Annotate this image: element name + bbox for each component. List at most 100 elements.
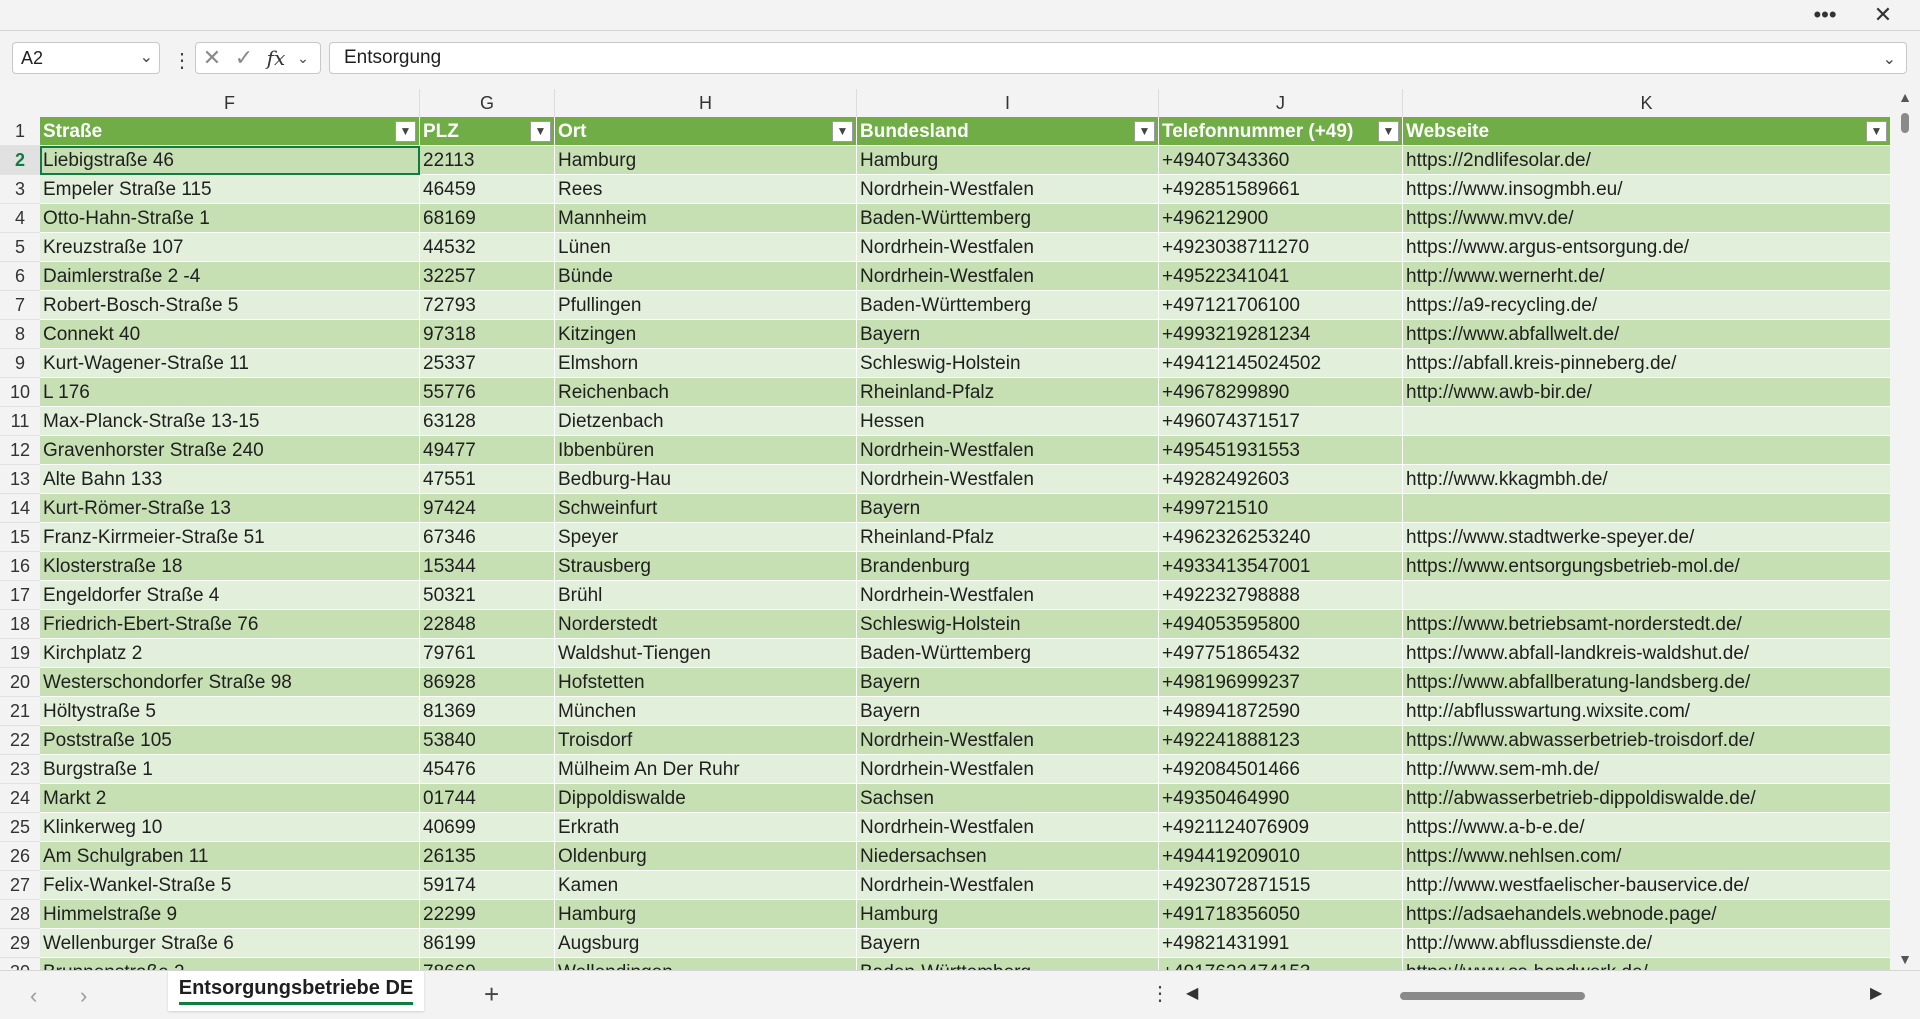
- table-cell[interactable]: http://www.kkagmbh.de/: [1403, 465, 1890, 494]
- table-cell[interactable]: +49412145024502: [1159, 349, 1403, 378]
- table-cell[interactable]: https://www.abfall-landkreis-waldshut.de…: [1403, 639, 1890, 668]
- table-cell[interactable]: Liebigstraße 46: [40, 146, 420, 175]
- table-cell[interactable]: Wellenburger Straße 6: [40, 929, 420, 958]
- table-cell[interactable]: 81369: [420, 697, 555, 726]
- table-cell[interactable]: +497751865432: [1159, 639, 1403, 668]
- row-header[interactable]: 3: [0, 175, 40, 204]
- table-cell[interactable]: https://abfall.kreis-pinneberg.de/: [1403, 349, 1890, 378]
- more-options-icon[interactable]: •••: [1803, 0, 1847, 30]
- table-cell[interactable]: +4921124076909: [1159, 813, 1403, 842]
- row-header[interactable]: 17: [0, 581, 40, 610]
- table-cell[interactable]: Otto-Hahn-Straße 1: [40, 204, 420, 233]
- row-header[interactable]: 18: [0, 610, 40, 639]
- select-all-corner[interactable]: [0, 89, 40, 117]
- table-cell[interactable]: Kreuzstraße 107: [40, 233, 420, 262]
- table-cell[interactable]: +496074371517: [1159, 407, 1403, 436]
- table-cell[interactable]: Rheinland-Pfalz: [857, 523, 1159, 552]
- table-cell[interactable]: Hamburg: [555, 146, 857, 175]
- table-cell[interactable]: Nordrhein-Westfalen: [857, 436, 1159, 465]
- row-header[interactable]: 1: [0, 117, 40, 146]
- enter-check-icon[interactable]: ✓: [228, 45, 260, 71]
- chevron-down-icon[interactable]: ⌄: [292, 50, 314, 67]
- table-cell[interactable]: Erkrath: [555, 813, 857, 842]
- table-cell[interactable]: Speyer: [555, 523, 857, 552]
- row-header[interactable]: 10: [0, 378, 40, 407]
- table-cell[interactable]: Hamburg: [857, 146, 1159, 175]
- table-cell[interactable]: Pfullingen: [555, 291, 857, 320]
- table-cell[interactable]: http://abflusswartung.wixsite.com/: [1403, 697, 1890, 726]
- table-cell[interactable]: Nordrhein-Westfalen: [857, 755, 1159, 784]
- row-header[interactable]: 9: [0, 349, 40, 378]
- table-cell[interactable]: Bayern: [857, 929, 1159, 958]
- table-cell[interactable]: Hamburg: [555, 900, 857, 929]
- table-cell[interactable]: München: [555, 697, 857, 726]
- table-cell[interactable]: +49522341041: [1159, 262, 1403, 291]
- table-cell[interactable]: Sachsen: [857, 784, 1159, 813]
- table-cell[interactable]: +498941872590: [1159, 697, 1403, 726]
- table-cell[interactable]: 49477: [420, 436, 555, 465]
- table-cell[interactable]: Bedburg-Hau: [555, 465, 857, 494]
- table-cell[interactable]: 86199: [420, 929, 555, 958]
- scroll-up-icon[interactable]: ▲: [1890, 89, 1920, 105]
- table-cell[interactable]: 67346: [420, 523, 555, 552]
- table-cell[interactable]: Connekt 40: [40, 320, 420, 349]
- table-cell[interactable]: 68169: [420, 204, 555, 233]
- table-cell[interactable]: [1403, 581, 1890, 610]
- table-cell[interactable]: Hessen: [857, 407, 1159, 436]
- table-cell[interactable]: Baden-Württemberg: [857, 204, 1159, 233]
- row-header[interactable]: 13: [0, 465, 40, 494]
- table-cell[interactable]: Kitzingen: [555, 320, 857, 349]
- table-header-cell[interactable]: Ort ▼: [555, 117, 857, 146]
- table-cell[interactable]: 55776: [420, 378, 555, 407]
- table-cell[interactable]: 46459: [420, 175, 555, 204]
- table-cell[interactable]: Franz-Kirrmeier-Straße 51: [40, 523, 420, 552]
- table-cell[interactable]: https://www.nehlsen.com/: [1403, 842, 1890, 871]
- table-cell[interactable]: Elmshorn: [555, 349, 857, 378]
- table-cell[interactable]: 15344: [420, 552, 555, 581]
- table-cell[interactable]: +4917622474153: [1159, 958, 1403, 970]
- table-cell[interactable]: https://www.insogmbh.eu/: [1403, 175, 1890, 204]
- row-header[interactable]: 20: [0, 668, 40, 697]
- table-cell[interactable]: Brunnenstraße 2: [40, 958, 420, 970]
- table-cell[interactable]: +4923038711270: [1159, 233, 1403, 262]
- table-cell[interactable]: http://www.sem-mh.de/: [1403, 755, 1890, 784]
- scroll-left-icon[interactable]: ◀: [1186, 983, 1198, 1003]
- table-cell[interactable]: Klosterstraße 18: [40, 552, 420, 581]
- row-header[interactable]: 15: [0, 523, 40, 552]
- table-cell[interactable]: +492851589661: [1159, 175, 1403, 204]
- table-cell[interactable]: Ibbenbüren: [555, 436, 857, 465]
- row-header[interactable]: 23: [0, 755, 40, 784]
- column-header[interactable]: G: [420, 89, 555, 117]
- table-cell[interactable]: http://www.abflussdienste.de/: [1403, 929, 1890, 958]
- row-header[interactable]: 29: [0, 929, 40, 958]
- table-cell[interactable]: 97318: [420, 320, 555, 349]
- table-cell[interactable]: https://www.abfallberatung-landsberg.de/: [1403, 668, 1890, 697]
- row-header[interactable]: 30: [0, 958, 40, 970]
- table-cell[interactable]: +499721510: [1159, 494, 1403, 523]
- row-header[interactable]: 22: [0, 726, 40, 755]
- table-cell[interactable]: Brandenburg: [857, 552, 1159, 581]
- table-cell[interactable]: Rheinland-Pfalz: [857, 378, 1159, 407]
- filter-dropdown-icon[interactable]: ▼: [1378, 121, 1399, 142]
- table-cell[interactable]: 47551: [420, 465, 555, 494]
- horizontal-scroll-thumb[interactable]: [1400, 992, 1585, 1000]
- table-cell[interactable]: Dippoldiswalde: [555, 784, 857, 813]
- table-cell[interactable]: Max-Planck-Straße 13-15: [40, 407, 420, 436]
- table-cell[interactable]: Friedrich-Ebert-Straße 76: [40, 610, 420, 639]
- cancel-icon[interactable]: ✕: [196, 45, 228, 71]
- row-header[interactable]: 19: [0, 639, 40, 668]
- table-cell[interactable]: Nordrhein-Westfalen: [857, 262, 1159, 291]
- table-cell[interactable]: http://www.wernerht.de/: [1403, 262, 1890, 291]
- table-cell[interactable]: Mannheim: [555, 204, 857, 233]
- table-cell[interactable]: [1403, 436, 1890, 465]
- table-cell[interactable]: Troisdorf: [555, 726, 857, 755]
- filter-dropdown-icon[interactable]: ▼: [530, 121, 551, 142]
- table-cell[interactable]: https://www.ss-handwerk.de/: [1403, 958, 1890, 970]
- table-cell[interactable]: Dietzenbach: [555, 407, 857, 436]
- row-header[interactable]: 2: [0, 146, 40, 175]
- table-cell[interactable]: 45476: [420, 755, 555, 784]
- table-cell[interactable]: Nordrhein-Westfalen: [857, 871, 1159, 900]
- table-header-cell[interactable]: Telefonnummer (+49) ▼: [1159, 117, 1403, 146]
- table-cell[interactable]: Bayern: [857, 697, 1159, 726]
- filter-dropdown-icon[interactable]: ▼: [1134, 121, 1155, 142]
